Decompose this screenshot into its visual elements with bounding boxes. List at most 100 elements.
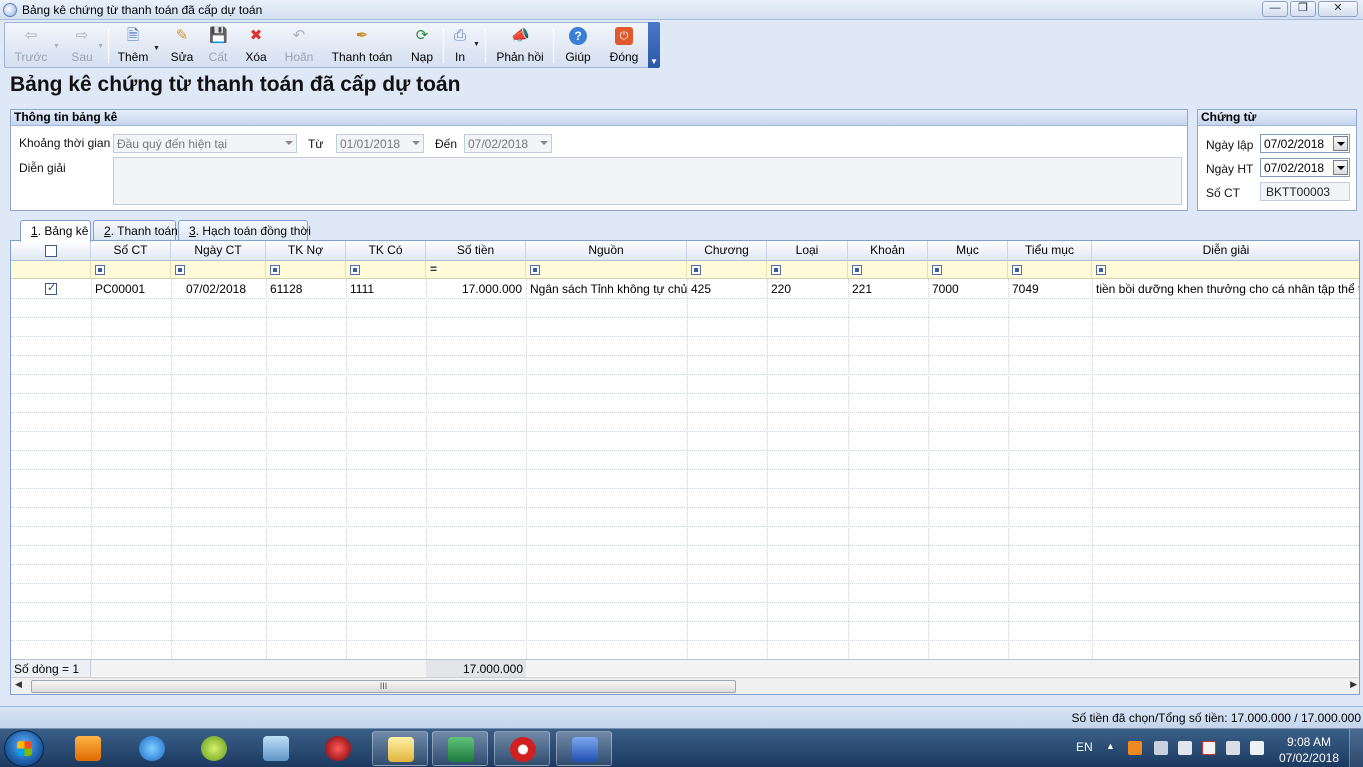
feedback-button[interactable]: 📣 Phản hồi: [493, 25, 547, 67]
filter-icon[interactable]: [270, 265, 280, 275]
voucher-number-field[interactable]: BKTT00003: [1260, 182, 1350, 201]
taskbar-app-red[interactable]: [310, 731, 366, 766]
filter-loai[interactable]: [767, 261, 848, 279]
calendar-dropdown-icon[interactable]: [1333, 160, 1348, 175]
column-header-loai[interactable]: Loại: [767, 241, 848, 261]
add-button[interactable]: 🗎 Thêm: [115, 25, 151, 67]
column-header-tk-co[interactable]: TK Có: [346, 241, 426, 261]
filter-icon[interactable]: [691, 265, 701, 275]
taskbar-app-green[interactable]: [186, 731, 242, 766]
cell-khoan[interactable]: 221: [848, 279, 928, 298]
close-window-button[interactable]: ✕: [1318, 1, 1358, 17]
filter-tieu-muc[interactable]: [1008, 261, 1092, 279]
tab-simultaneous-accounting[interactable]: 3. Hạch toán đồng thời: [178, 220, 311, 241]
filter-icon[interactable]: [530, 265, 540, 275]
filter-dien-giai[interactable]: [1092, 261, 1359, 279]
filter-icon[interactable]: [932, 265, 942, 275]
load-button[interactable]: ⟳ Nạp: [407, 25, 437, 67]
horizontal-scrollbar[interactable]: ◀ III ▶: [11, 677, 1359, 694]
column-header-muc[interactable]: Mục: [928, 241, 1008, 261]
filter-nguon[interactable]: [526, 261, 687, 279]
date-created-field[interactable]: 07/02/2018: [1260, 134, 1350, 153]
show-desktop-button[interactable]: [1349, 729, 1363, 767]
column-header-dien-giai[interactable]: Diễn giải: [1092, 241, 1359, 261]
prev-button[interactable]: ⇦ Trước: [11, 25, 51, 67]
tray-device-icon[interactable]: [1226, 741, 1240, 755]
scroll-right-icon[interactable]: ▶: [1350, 679, 1357, 690]
tab-payment[interactable]: 2. Thanh toán: [93, 220, 178, 241]
maximize-button[interactable]: ❐: [1290, 1, 1316, 17]
cell-chuong[interactable]: 425: [687, 279, 767, 298]
language-indicator[interactable]: EN: [1076, 740, 1093, 754]
taskbar-word[interactable]: [556, 731, 612, 766]
filter-so-ct[interactable]: [91, 261, 171, 279]
taskbar-media-player[interactable]: [60, 731, 116, 766]
delete-button[interactable]: ✖ Xóa: [241, 25, 271, 67]
calendar-dropdown-icon[interactable]: [1333, 136, 1348, 151]
close-button[interactable]: ⏻ Đóng: [607, 25, 641, 67]
tray-tools-icon[interactable]: [1154, 741, 1168, 755]
filter-tk-co[interactable]: [346, 261, 426, 279]
filter-so-tien[interactable]: =: [426, 261, 526, 279]
taskbar-file-explorer[interactable]: [372, 731, 428, 766]
filter-icon[interactable]: [95, 265, 105, 275]
taskbar-accounting-app[interactable]: [494, 731, 550, 766]
taskbar-excel[interactable]: [432, 731, 488, 766]
minimize-button[interactable]: —: [1262, 1, 1288, 17]
filter-tk-no[interactable]: [266, 261, 346, 279]
from-date-field[interactable]: 01/01/2018: [336, 134, 424, 153]
clock[interactable]: 9:08 AM 07/02/2018: [1279, 734, 1339, 766]
cell-tieu-muc[interactable]: 7049: [1008, 279, 1092, 298]
filter-chuong[interactable]: [687, 261, 767, 279]
cell-so-tien[interactable]: 17.000.000: [426, 279, 526, 298]
taskbar-control-panel[interactable]: [248, 731, 304, 766]
column-header-so-ct[interactable]: Số CT: [91, 241, 171, 261]
tray-action-center-icon[interactable]: [1202, 741, 1216, 755]
select-all-checkbox[interactable]: [45, 245, 57, 257]
filter-icon[interactable]: [1096, 265, 1106, 275]
filter-icon[interactable]: [852, 265, 862, 275]
tab-list[interactable]: 1. Bảng kê: [20, 220, 91, 242]
tray-expand-icon[interactable]: ▲: [1106, 741, 1115, 751]
filter-icon[interactable]: [771, 265, 781, 275]
equals-filter-icon[interactable]: =: [430, 262, 437, 276]
filter-icon[interactable]: [175, 265, 185, 275]
tray-network-icon[interactable]: [1178, 741, 1192, 755]
to-date-field[interactable]: 07/02/2018: [464, 134, 552, 153]
taskbar-internet-explorer[interactable]: [124, 731, 180, 766]
cell-dien-giai[interactable]: tiền bồi dưỡng khen thưởng cho cá nhân t…: [1092, 279, 1359, 298]
scroll-left-icon[interactable]: ◀: [15, 679, 22, 690]
filter-ngay-ct[interactable]: [171, 261, 266, 279]
filter-khoan[interactable]: [848, 261, 928, 279]
column-header-chuong[interactable]: Chương: [687, 241, 767, 261]
edit-button[interactable]: ✎ Sửa: [167, 25, 197, 67]
print-dropdown-icon[interactable]: ▼: [473, 41, 480, 48]
print-button[interactable]: ⎙ In: [447, 25, 473, 67]
column-header-select[interactable]: [11, 241, 91, 261]
filter-icon[interactable]: [350, 265, 360, 275]
help-button[interactable]: ? Giúp: [561, 25, 595, 67]
filter-icon[interactable]: [1012, 265, 1022, 275]
pay-button[interactable]: ✒ Thanh toán: [329, 25, 395, 67]
date-posted-field[interactable]: 07/02/2018: [1260, 158, 1350, 177]
cell-tk-no[interactable]: 61128: [266, 279, 346, 298]
save-button[interactable]: 💾 Cất: [204, 25, 232, 67]
cell-tk-co[interactable]: 1111: [346, 279, 426, 298]
undo-button[interactable]: ↶ Hoãn: [281, 25, 317, 67]
column-header-tieu-muc[interactable]: Tiểu mục: [1008, 241, 1092, 261]
row-checkbox[interactable]: [45, 281, 57, 295]
cell-nguon[interactable]: Ngân sách Tỉnh không tự chủ: [526, 279, 687, 298]
filter-muc[interactable]: [928, 261, 1008, 279]
add-dropdown-icon[interactable]: ▼: [153, 45, 160, 52]
start-button[interactable]: [4, 730, 44, 767]
column-header-khoan[interactable]: Khoản: [848, 241, 928, 261]
tray-app-icon[interactable]: [1128, 741, 1142, 755]
cell-so-ct[interactable]: PC00001: [91, 279, 171, 298]
tray-volume-icon[interactable]: [1250, 741, 1264, 755]
next-button[interactable]: ⇨ Sau: [63, 25, 101, 67]
column-header-ngay-ct[interactable]: Ngày CT: [171, 241, 266, 261]
column-header-nguon[interactable]: Nguồn: [526, 241, 687, 261]
column-header-tk-no[interactable]: TK Nợ: [266, 241, 346, 261]
period-select[interactable]: Đầu quý đến hiện tại: [113, 134, 297, 153]
cell-muc[interactable]: 7000: [928, 279, 1008, 298]
